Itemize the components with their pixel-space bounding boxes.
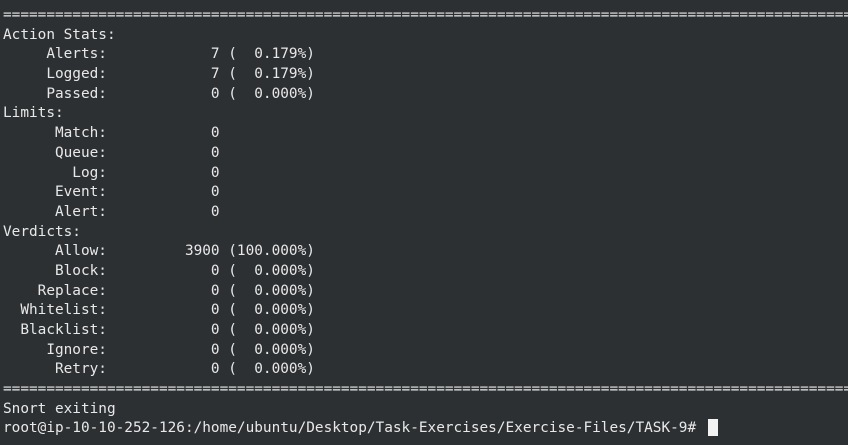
action-stats-row-passed: Passed: 0 ( 0.000%) — [3, 85, 315, 102]
verdicts-row-whitelist: Whitelist: 0 ( 0.000%) — [3, 302, 315, 319]
verdicts-row-allow: Allow: 3900 (100.000%) — [3, 243, 315, 260]
verdicts-row-blacklist: Blacklist: 0 ( 0.000%) — [3, 322, 315, 338]
verdicts-row-block: Block: 0 ( 0.000%) — [3, 262, 315, 279]
limits-row-queue: Queue: 0 — [3, 144, 220, 161]
limits-heading: Limits: — [3, 105, 64, 122]
action-stats-row-logged: Logged: 7 ( 0.179%) — [3, 66, 315, 83]
action-stats-row-alerts: Alerts: 7 ( 0.179%) — [3, 46, 315, 63]
verdicts-row-replace: Replace: 0 ( 0.000%) — [3, 282, 315, 299]
separator-line: ========================================… — [3, 381, 848, 398]
limits-row-match: Match: 0 — [3, 125, 220, 142]
exit-message: Snort exiting — [3, 400, 116, 417]
verdicts-heading: Verdicts: — [3, 223, 81, 240]
limits-row-event: Event: 0 — [3, 184, 220, 201]
command-prompt-line[interactable]: root@ip-10-10-252-126:/home/ubuntu/Deskt… — [3, 419, 848, 439]
verdicts-row-ignore: Ignore: 0 ( 0.000%) — [3, 341, 315, 358]
separator-line: ========================================… — [3, 7, 848, 23]
limits-row-log: Log: 0 — [3, 164, 220, 181]
text-cursor — [707, 419, 718, 437]
shell-prompt: root@ip-10-10-252-126:/home/ubuntu/Deskt… — [3, 420, 705, 437]
verdicts-row-retry: Retry: 0 ( 0.000%) — [3, 361, 315, 378]
terminal-window[interactable]: ========================================… — [0, 6, 848, 445]
limits-row-alert: Alert: 0 — [3, 203, 220, 220]
action-stats-heading: Action Stats: — [3, 26, 116, 43]
